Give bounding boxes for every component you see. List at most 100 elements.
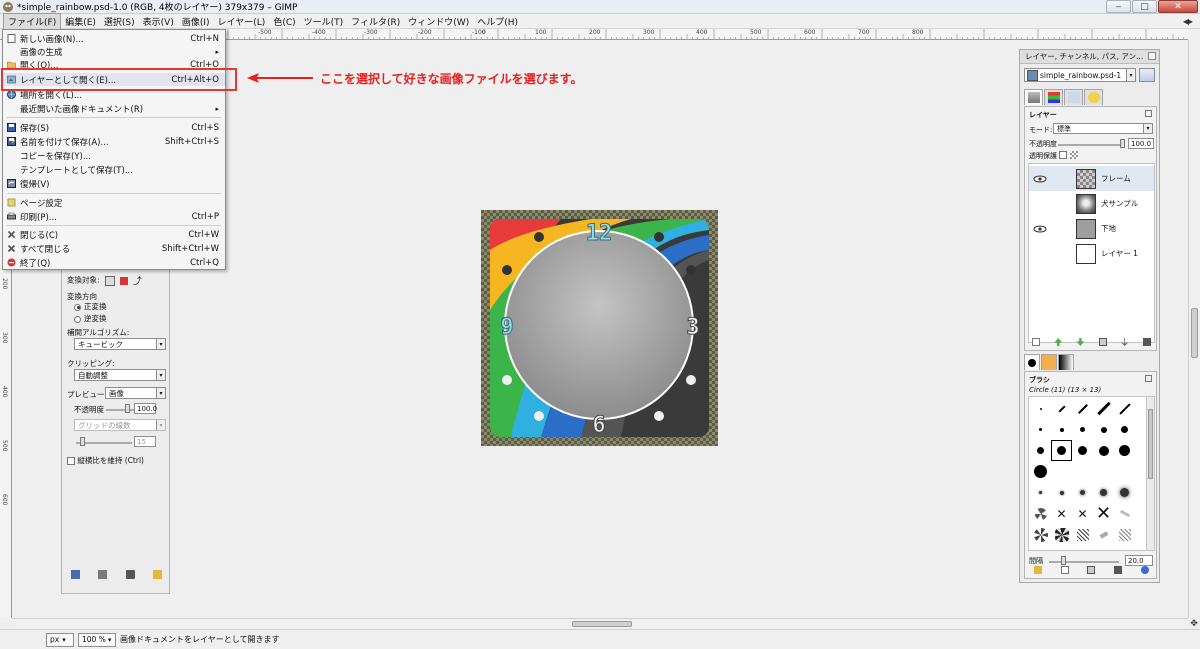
refresh-icon[interactable] — [1140, 566, 1149, 574]
brush-item[interactable] — [1030, 461, 1051, 482]
duplicate-brush-icon[interactable] — [1087, 566, 1096, 574]
menu-item-create[interactable]: 画像の生成 ▸ — [3, 45, 225, 58]
lower-layer-icon[interactable] — [1076, 338, 1085, 346]
auto-button[interactable] — [1139, 68, 1155, 82]
tab-gradients[interactable] — [1058, 354, 1074, 370]
menu-image[interactable]: 画像(I) — [178, 14, 214, 29]
brush-item[interactable] — [1072, 524, 1093, 545]
new-brush-icon[interactable] — [1060, 566, 1069, 574]
grid-slider-handle[interactable] — [80, 437, 85, 446]
tab-brushes[interactable] — [1024, 354, 1040, 370]
brush-item[interactable] — [1072, 440, 1093, 461]
trash-icon[interactable] — [125, 570, 135, 579]
close-button[interactable]: ✕ — [1158, 0, 1198, 13]
eye-icon[interactable] — [1033, 175, 1047, 183]
layer-row[interactable]: レイヤー 1 — [1029, 241, 1154, 266]
duplicate-layer-icon[interactable] — [1098, 338, 1107, 346]
zoom-select[interactable]: 100 % ▾ — [78, 632, 116, 647]
menu-item-save[interactable]: 保存(S) Ctrl+S — [3, 121, 225, 134]
menu-edit[interactable]: 編集(E) — [61, 14, 100, 29]
menu-item-quit[interactable]: 終了(Q) Ctrl+Q — [3, 256, 225, 269]
hidden-eye-slot[interactable] — [1033, 250, 1047, 258]
interpolation-select[interactable]: キュービック ▾ — [74, 338, 166, 350]
brush-item[interactable] — [1051, 482, 1072, 503]
brush-item[interactable] — [1072, 398, 1093, 419]
brush-item[interactable] — [1030, 524, 1051, 545]
tab-patterns[interactable] — [1041, 354, 1057, 370]
unit-select[interactable]: px ▾ — [46, 632, 74, 647]
brush-item[interactable]: ✕ — [1072, 503, 1093, 524]
brush-scrollbar[interactable] — [1146, 397, 1154, 550]
preview-select[interactable]: 画像 ▾ — [105, 387, 166, 399]
menu-windows[interactable]: ウィンドウ(W) — [404, 14, 473, 29]
menu-tools[interactable]: ツール(T) — [300, 14, 348, 29]
menu-item-recent[interactable]: 最近開いた画像ドキュメント(R) ▸ — [3, 102, 225, 115]
trash-icon[interactable] — [1142, 338, 1151, 346]
layer-opacity-slider-track[interactable] — [1058, 144, 1124, 146]
menu-file[interactable]: ファイル(F) — [3, 13, 62, 29]
trash-icon[interactable] — [1114, 566, 1123, 574]
menu-item-page-setup[interactable]: ページ設定 — [3, 196, 225, 209]
opacity-input[interactable]: 100.0 — [134, 403, 157, 414]
menu-item-close[interactable]: 閉じる(C) Ctrl+W — [3, 228, 225, 241]
scrollbar-thumb[interactable] — [1191, 308, 1198, 358]
horizontal-scrollbar[interactable] — [12, 618, 1188, 629]
restore-preset-icon[interactable] — [98, 570, 108, 579]
opacity-slider-handle[interactable] — [125, 404, 130, 413]
brush-item[interactable] — [1051, 419, 1072, 440]
eye-icon[interactable] — [1033, 225, 1047, 233]
lock-alpha-checkbox[interactable] — [1059, 151, 1067, 159]
grid-select[interactable]: グリッドの線数 ▾ — [74, 419, 166, 431]
brush-item[interactable] — [1114, 482, 1135, 503]
menu-item-save-as[interactable]: 名前を付けて保存(A)... Shift+Ctrl+S — [3, 135, 225, 148]
raise-layer-icon[interactable] — [1054, 338, 1063, 346]
menu-item-print[interactable]: 印刷(P)... Ctrl+P — [3, 210, 225, 223]
menu-expand-arrow[interactable]: ◀▸ — [1182, 17, 1194, 26]
reset-icon[interactable] — [152, 570, 162, 579]
brush-item[interactable] — [1093, 419, 1114, 440]
brush-item[interactable] — [1114, 503, 1135, 524]
minimize-button[interactable]: ‒ — [1106, 0, 1131, 13]
menu-layer[interactable]: レイヤー(L) — [214, 14, 270, 29]
canvas-image[interactable]: 12 3 6 9 — [481, 210, 718, 446]
maximize-button[interactable]: □ — [1132, 0, 1157, 13]
brush-item[interactable] — [1093, 482, 1114, 503]
keep-aspect-row[interactable]: 縦横比を維持 (Ctrl) — [67, 455, 144, 466]
image-select[interactable]: simple_rainbow.psd-1 ▾ — [1024, 68, 1136, 82]
direction-reverse-radio[interactable]: 逆変換 — [74, 313, 107, 324]
brush-item[interactable] — [1114, 440, 1135, 461]
save-preset-icon[interactable] — [71, 570, 81, 579]
brush-item[interactable] — [1030, 440, 1051, 461]
menu-help[interactable]: ヘルプ(H) — [473, 14, 522, 29]
selection-target-icon[interactable] — [120, 276, 129, 285]
menu-filters[interactable]: フィルタ(R) — [347, 14, 404, 29]
scrollbar-thumb[interactable] — [1148, 409, 1153, 479]
clipping-select[interactable]: 自動調整 ▾ — [74, 369, 166, 381]
layer-row[interactable]: 下地 — [1029, 216, 1154, 241]
brush-item[interactable] — [1030, 503, 1051, 524]
menu-select[interactable]: 選択(S) — [100, 14, 139, 29]
brush-item[interactable] — [1093, 524, 1114, 545]
brush-item-selected[interactable] — [1051, 440, 1072, 461]
tab-paths[interactable] — [1064, 89, 1083, 105]
brush-item[interactable] — [1030, 398, 1051, 419]
brush-item[interactable] — [1051, 524, 1072, 545]
brush-item[interactable] — [1030, 419, 1051, 440]
brush-item[interactable]: ✕ — [1051, 503, 1072, 524]
menu-item-close-all[interactable]: すべて閉じる Shift+Ctrl+W — [3, 242, 225, 255]
layer-row[interactable]: フレーム — [1029, 166, 1154, 191]
menu-item-revert[interactable]: 復帰(V) — [3, 177, 225, 190]
menu-colors[interactable]: 色(C) — [269, 14, 299, 29]
dock-close-icon[interactable] — [1148, 52, 1156, 60]
brush-item[interactable] — [1093, 398, 1114, 419]
scrollbar-thumb[interactable] — [572, 621, 632, 627]
menu-view[interactable]: 表示(V) — [139, 14, 178, 29]
layer-target-icon[interactable] — [104, 275, 115, 286]
brush-item[interactable] — [1114, 398, 1135, 419]
vertical-scrollbar[interactable] — [1188, 40, 1200, 618]
spacing-input[interactable]: 20.0 — [1125, 555, 1153, 566]
tab-undo[interactable] — [1084, 89, 1103, 105]
brush-item[interactable] — [1093, 440, 1114, 461]
brush-item[interactable] — [1072, 482, 1093, 503]
panel-menu-icon[interactable] — [1145, 110, 1152, 117]
